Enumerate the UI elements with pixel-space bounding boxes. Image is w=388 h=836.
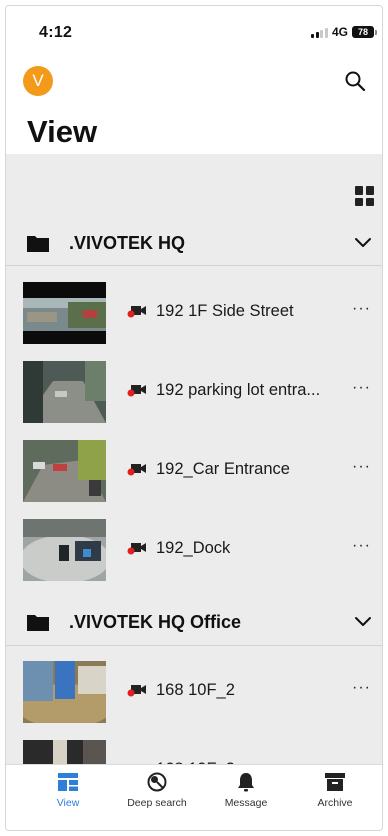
tab-archive[interactable]: Archive (290, 771, 380, 809)
more-options-icon[interactable]: ··· (352, 459, 371, 475)
more-options-icon[interactable]: ··· (352, 301, 371, 317)
tab-deep-search[interactable]: Deep search (112, 771, 202, 809)
battery-icon: 78 (352, 26, 377, 38)
camera-row[interactable]: 168 10F_2 ··· (6, 647, 382, 726)
camera-thumbnail[interactable] (23, 440, 106, 502)
group-title: .VIVOTEK HQ Office (69, 612, 242, 632)
camera-thumbnail[interactable] (23, 661, 106, 723)
status-indicators: 4G 78 (311, 25, 377, 39)
network-label: 4G (331, 25, 348, 39)
group-header-vivotek-hq-office[interactable]: .VIVOTEK HQ Office (6, 603, 382, 643)
folder-icon (27, 236, 49, 252)
signal-icon (311, 27, 328, 38)
group-title: .VIVOTEK HQ (69, 233, 186, 253)
bottom-tab-bar: View Deep search Message Archive (6, 764, 382, 830)
avatar[interactable]: V (23, 66, 53, 96)
camera-icon (127, 543, 146, 555)
camera-thumbnail[interactable] (23, 519, 106, 581)
camera-name: 192_Dock (156, 539, 231, 557)
status-bar: 4:12 4G 78 (6, 6, 382, 54)
camera-icon (127, 464, 146, 476)
page-title: View (27, 114, 98, 149)
more-options-icon[interactable]: ··· (352, 680, 371, 696)
chevron-down-icon[interactable] (354, 613, 372, 631)
camera-name: 192_Car Entrance (156, 460, 290, 478)
status-time: 4:12 (39, 24, 73, 41)
more-options-icon[interactable]: ··· (352, 538, 371, 554)
camera-thumbnail[interactable] (23, 361, 106, 423)
camera-icon (127, 306, 146, 318)
layout-grid-icon[interactable] (355, 186, 375, 206)
tab-label: View (56, 797, 80, 809)
tab-message[interactable]: Message (201, 771, 291, 809)
bell-icon (238, 773, 254, 792)
more-options-icon[interactable]: ··· (352, 380, 371, 396)
divider (6, 645, 382, 646)
archive-icon (325, 773, 345, 791)
divider (6, 265, 382, 266)
view-icon (58, 773, 78, 791)
app-screen: 4:12 4G 78 V View .VIVOTEK HQ 192 1F Sid… (5, 5, 383, 831)
camera-name: 168 10F_2 (156, 681, 235, 699)
camera-row[interactable]: 192 parking lot entra... ··· (6, 347, 382, 426)
camera-row[interactable]: 192 1F Side Street ··· (6, 268, 382, 347)
camera-row[interactable]: 192_Car Entrance ··· (6, 426, 382, 505)
camera-name: 192 parking lot entra... (156, 381, 321, 399)
tab-label: Message (224, 797, 268, 809)
camera-name: 192 1F Side Street (156, 302, 294, 320)
tab-view[interactable]: View (23, 771, 113, 809)
camera-thumbnail[interactable] (23, 282, 106, 344)
top-bar: V View (6, 54, 382, 154)
group-header-vivotek-hq[interactable]: .VIVOTEK HQ (6, 224, 382, 264)
search-icon[interactable] (343, 69, 367, 93)
chevron-down-icon[interactable] (354, 234, 372, 252)
camera-icon (127, 685, 146, 697)
tab-label: Archive (317, 797, 353, 809)
deep-search-icon (147, 772, 167, 792)
camera-row[interactable]: 192_Dock ··· (6, 505, 382, 584)
camera-icon (127, 385, 146, 397)
folder-icon (27, 615, 49, 631)
tab-label: Deep search (127, 797, 187, 809)
